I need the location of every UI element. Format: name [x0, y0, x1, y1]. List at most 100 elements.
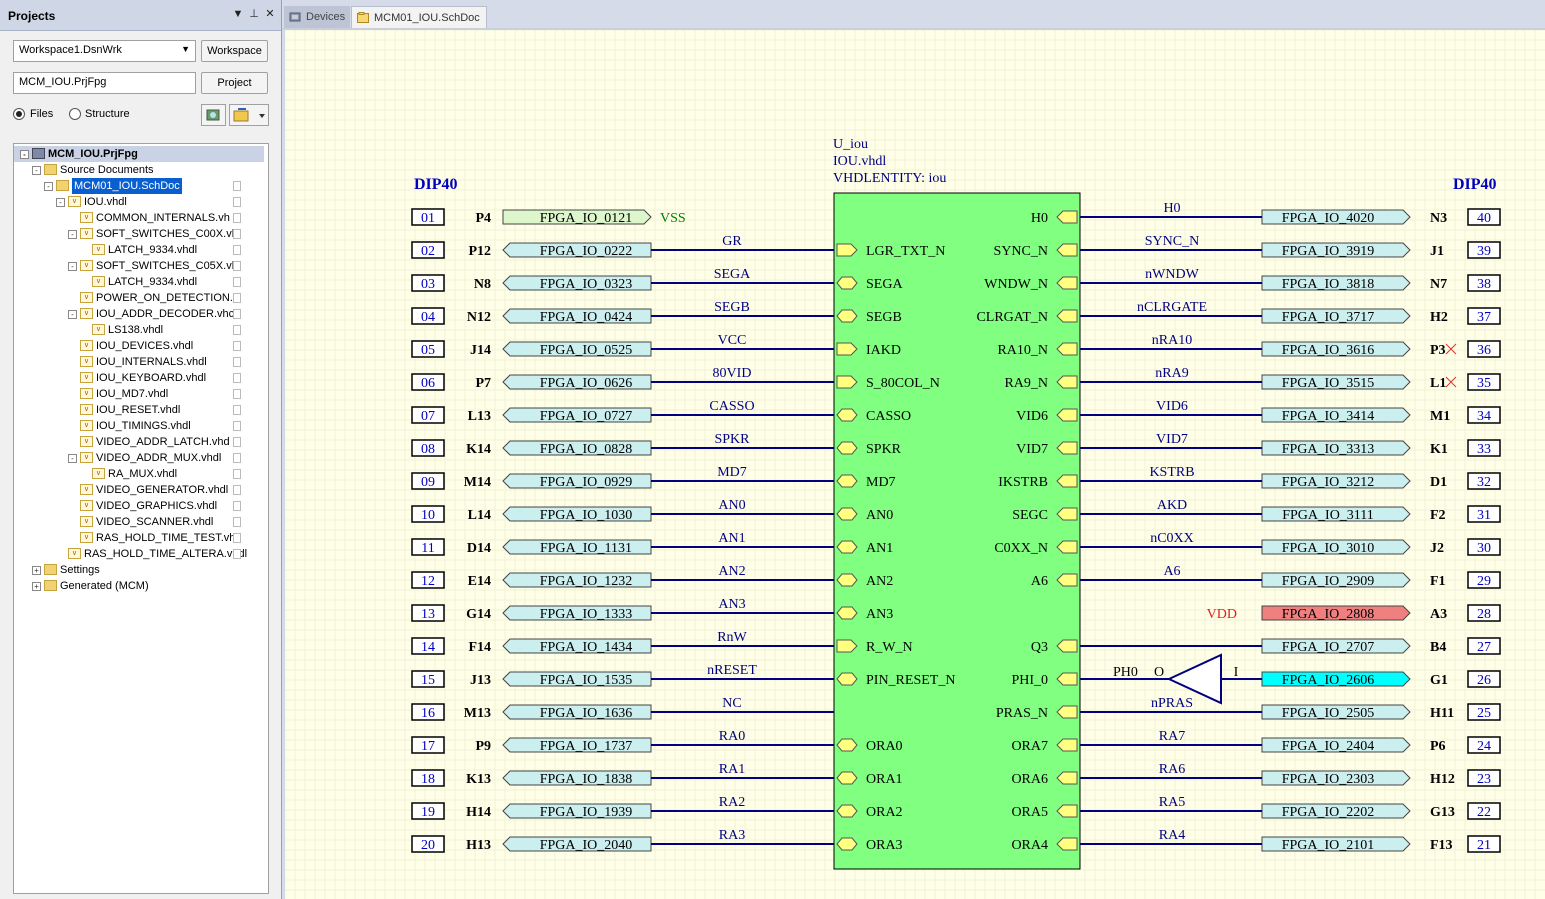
- fpga-pin-label: L1: [1430, 376, 1446, 391]
- tree-item[interactable]: - Source Documents: [14, 162, 264, 178]
- workspace-combo-value: Workspace1.DsnWrk: [19, 44, 122, 56]
- fpga-pin-label: N3: [1430, 211, 1447, 226]
- tree-item[interactable]: - v SOFT_SWITCHES_C00X.vh: [14, 226, 264, 242]
- pin-icon[interactable]: ⊥: [248, 8, 260, 20]
- tree-item[interactable]: v IOU_TIMINGS.vhdl: [14, 418, 264, 434]
- workspace-combo[interactable]: Workspace1.DsnWrk ▼: [13, 40, 196, 62]
- tree-item[interactable]: v VIDEO_SCANNER.vhdl: [14, 514, 264, 530]
- vhdl-file-icon: v: [80, 356, 93, 367]
- tree-item-label: IOU_ADDR_DECODER.vhc: [96, 308, 235, 320]
- tree-item[interactable]: - MCM_IOU.PrjFpg: [14, 146, 264, 162]
- net-label: AN0: [718, 498, 745, 513]
- tree-item[interactable]: v IOU_KEYBOARD.vhdl: [14, 370, 264, 386]
- tree-item[interactable]: - v SOFT_SWITCHES_C05X.vh: [14, 258, 264, 274]
- tab-devices[interactable]: Devices: [284, 6, 350, 28]
- tree-item[interactable]: v LATCH_9334.vhdl: [14, 274, 264, 290]
- collapse-icon[interactable]: -: [44, 182, 53, 191]
- tab-schematic-label: MCM01_IOU.SchDoc: [374, 12, 480, 24]
- component-pin-label: ORA4: [1011, 838, 1048, 853]
- port-label: FPGA_IO_0929: [540, 475, 633, 490]
- tree-item[interactable]: v POWER_ON_DETECTION.: [14, 290, 264, 306]
- tab-devices-label: Devices: [306, 11, 346, 23]
- close-icon[interactable]: ✕: [264, 8, 276, 20]
- net-label: SEGB: [714, 300, 750, 315]
- net-label: nCLRGATE: [1137, 300, 1207, 315]
- project-button[interactable]: Project: [201, 72, 268, 94]
- tree-item-label: LATCH_9334.vhdl: [108, 276, 198, 288]
- tree-item[interactable]: v IOU_MD7.vhdl: [14, 386, 264, 402]
- folder-icon: [56, 180, 69, 191]
- collapse-icon[interactable]: -: [32, 166, 41, 175]
- tree-item-label: IOU_RESET.vhdl: [96, 404, 181, 416]
- panel-menu-icon[interactable]: ▼: [232, 8, 244, 20]
- tree-item[interactable]: v IOU_RESET.vhdl: [14, 402, 264, 418]
- dip-pin-number: 12: [421, 574, 435, 589]
- tree-item[interactable]: + Generated (MCM): [14, 578, 264, 594]
- tree-item[interactable]: - v VIDEO_ADDR_MUX.vhdl: [14, 450, 264, 466]
- open-document-button[interactable]: [229, 104, 269, 126]
- fpga-pin-label: F13: [1430, 838, 1453, 853]
- folder-icon: [44, 564, 57, 575]
- schematic-canvas[interactable]: U_iou IOU.vhdl VHDLENTITY: iou DIP40 DIP40 01…: [285, 30, 1545, 899]
- tree-item[interactable]: - MCM01_IOU.SchDoc: [14, 178, 264, 194]
- component-pin-label: AN0: [866, 508, 893, 523]
- collapse-icon[interactable]: -: [68, 262, 77, 271]
- tree-item[interactable]: v IOU_INTERNALS.vhdl: [14, 354, 264, 370]
- net-label: SEGA: [714, 267, 751, 282]
- collapse-icon[interactable]: -: [20, 150, 29, 159]
- fpga-pin-label: J2: [1430, 541, 1444, 556]
- tree-item[interactable]: v VIDEO_ADDR_LATCH.vhd: [14, 434, 264, 450]
- component-entity: VHDLENTITY: iou: [833, 171, 946, 186]
- expand-icon[interactable]: +: [32, 566, 41, 575]
- component-pin-label: SPKR: [866, 442, 902, 457]
- structure-radio[interactable]: [69, 108, 81, 120]
- net-label: NC: [722, 696, 741, 711]
- dip-pin-number: 05: [421, 343, 435, 358]
- vhdl-file-icon: v: [92, 244, 105, 255]
- collapse-icon[interactable]: -: [68, 310, 77, 319]
- tree-item[interactable]: v RAS_HOLD_TIME_ALTERA.vhdl: [14, 546, 264, 562]
- tree-item[interactable]: v LS138.vhdl: [14, 322, 264, 338]
- workspace-button[interactable]: Workspace: [201, 40, 268, 62]
- component-pin-label: VID6: [1016, 409, 1048, 424]
- tree-item[interactable]: v COMMON_INTERNALS.vh: [14, 210, 264, 226]
- project-field[interactable]: MCM_IOU.PrjFpg: [13, 72, 196, 94]
- port-label: FPGA_IO_3212: [1282, 475, 1375, 490]
- tree-item[interactable]: v VIDEO_GENERATOR.vhdl: [14, 482, 264, 498]
- tree-item-label: MCM_IOU.PrjFpg: [48, 148, 138, 160]
- fpga-pin-label: M13: [464, 706, 491, 721]
- tree-item[interactable]: - v IOU.vhdl: [14, 194, 264, 210]
- dip-pin-number: 29: [1477, 574, 1491, 589]
- tree-item[interactable]: v VIDEO_GRAPHICS.vhdl: [14, 498, 264, 514]
- tree-item-label: IOU_KEYBOARD.vhdl: [96, 372, 207, 384]
- tree-item[interactable]: + Settings: [14, 562, 264, 578]
- tree-item-label: VIDEO_ADDR_LATCH.vhd: [96, 436, 230, 448]
- compile-icon: [206, 109, 220, 121]
- fpga-pin-label: H14: [466, 805, 491, 820]
- document-status-icon: [233, 293, 241, 303]
- port-label: FPGA_IO_1535: [540, 673, 633, 688]
- tree-item[interactable]: v IOU_DEVICES.vhdl: [14, 338, 264, 354]
- dip-pin-number: 26: [1477, 673, 1491, 688]
- collapse-icon[interactable]: -: [56, 198, 65, 207]
- net-label: nRA9: [1155, 366, 1188, 381]
- collapse-icon[interactable]: -: [68, 230, 77, 239]
- tree-item[interactable]: v LATCH_9334.vhdl: [14, 242, 264, 258]
- net-label: AKD: [1157, 498, 1187, 513]
- fpga-pin-label: L13: [468, 409, 491, 424]
- schematic-sheet[interactable]: U_iou IOU.vhdl VHDLENTITY: iou DIP40 DIP40 01…: [285, 30, 1545, 899]
- tree-item-label: SOFT_SWITCHES_C00X.vh: [96, 228, 238, 240]
- tree-item[interactable]: v RA_MUX.vhdl: [14, 466, 264, 482]
- compile-button[interactable]: [201, 104, 226, 126]
- fpga-pin-label: N12: [467, 310, 491, 325]
- tab-schematic[interactable]: MCM01_IOU.SchDoc: [351, 6, 487, 28]
- expand-icon[interactable]: +: [32, 582, 41, 591]
- files-radio[interactable]: [13, 108, 25, 120]
- tree-item[interactable]: - v IOU_ADDR_DECODER.vhc: [14, 306, 264, 322]
- port-label: FPGA_IO_2707: [1282, 640, 1375, 655]
- collapse-icon[interactable]: -: [68, 454, 77, 463]
- tree-item[interactable]: v RAS_HOLD_TIME_TEST.vh: [14, 530, 264, 546]
- dip-pin-number: 22: [1477, 805, 1491, 820]
- fpga-pin-label: J14: [470, 343, 491, 358]
- folder-icon: [44, 580, 57, 591]
